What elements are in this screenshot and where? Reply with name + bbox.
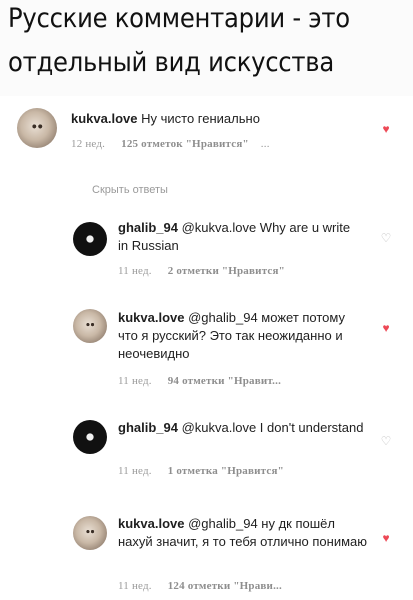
comment-meta: 11 нед. 124 отметки "Нрави...: [118, 580, 282, 592]
comment-meta: 11 нед. 2 отметки "Нравится": [118, 265, 285, 277]
comment-text: kukva.love Ну чисто гениально: [71, 110, 361, 128]
comment-username[interactable]: kukva.love: [118, 310, 185, 325]
heart-filled-icon[interactable]: ♥: [380, 123, 392, 135]
comment-username[interactable]: ghalib_94: [118, 420, 178, 435]
comment-username[interactable]: ghalib_94: [118, 220, 178, 235]
heart-outline-icon[interactable]: ♡: [380, 435, 392, 447]
comment-body: @kukva.love I don't understand: [177, 420, 364, 435]
more-options-icon[interactable]: ...: [261, 138, 270, 150]
heart-filled-icon[interactable]: ♥: [380, 532, 392, 544]
caption-line-2: отдельный вид искусства: [8, 47, 334, 78]
hide-replies-button[interactable]: Скрыть ответы: [92, 184, 168, 196]
avatar[interactable]: [17, 108, 57, 148]
comment-likes[interactable]: 125 отметок "Нравится": [121, 138, 249, 150]
comment-likes[interactable]: 1 отметка "Нравится": [168, 465, 284, 477]
meme-caption: Русские комментарии - это отдельный вид …: [0, 0, 413, 96]
heart-outline-icon[interactable]: ♡: [380, 232, 392, 244]
comment-likes[interactable]: 2 отметки "Нравится": [168, 265, 285, 277]
heart-filled-icon[interactable]: ♥: [380, 322, 392, 334]
comment-text: ghalib_94 @kukva.love I don't understand: [118, 419, 368, 437]
comment-body: Ну чисто гениально: [137, 111, 260, 126]
comment-meta: 12 нед. 125 отметок "Нравится"...: [71, 138, 270, 150]
comment-time: 11 нед.: [118, 580, 152, 592]
comment-time: 12 нед.: [71, 138, 106, 150]
avatar[interactable]: [73, 222, 107, 256]
comment-likes[interactable]: 124 отметки "Нрави...: [168, 580, 282, 592]
comment-time: 11 нед.: [118, 465, 152, 477]
avatar[interactable]: [73, 420, 107, 454]
comment-likes[interactable]: 94 отметки "Нравит...: [168, 375, 281, 387]
comment-username[interactable]: kukva.love: [71, 111, 138, 126]
avatar[interactable]: [73, 309, 107, 343]
comment-time: 11 нед.: [118, 375, 152, 387]
comment-text: ghalib_94 @kukva.love Why are u write in…: [118, 219, 360, 255]
comment-username[interactable]: kukva.love: [118, 516, 185, 531]
comment-meta: 11 нед. 94 отметки "Нравит...: [118, 375, 281, 387]
avatar[interactable]: [73, 516, 107, 550]
caption-line-1: Русские комментарии - это: [8, 3, 350, 34]
comment-text: kukva.love @ghalib_94 ну дк пошёл нахуй …: [118, 515, 368, 551]
comment-meta: 11 нед. 1 отметка "Нравится": [118, 465, 284, 477]
comment-text: kukva.love @ghalib_94 может потому что я…: [118, 309, 363, 363]
comment-time: 11 нед.: [118, 265, 152, 277]
